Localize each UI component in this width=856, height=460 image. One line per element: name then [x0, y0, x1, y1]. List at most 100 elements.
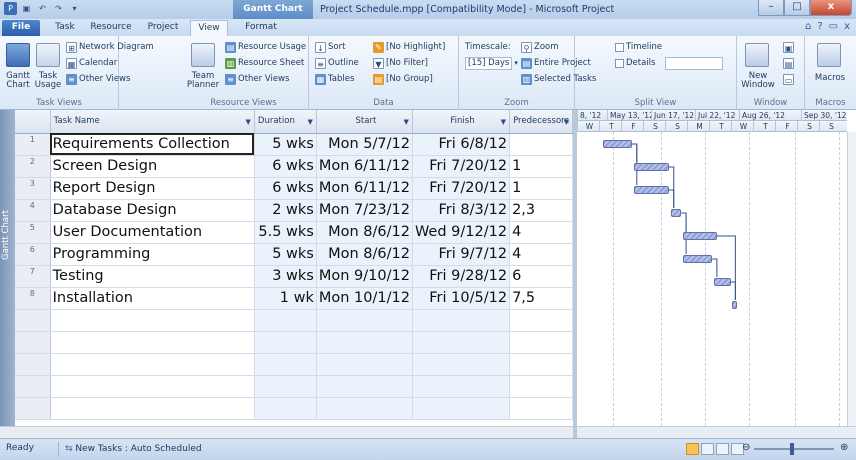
start-cell[interactable]: Mon 6/11/12	[316, 155, 413, 178]
filter-dropdown[interactable]: ▼ [No Filter]	[373, 56, 428, 70]
row-id-cell[interactable]: 8	[15, 287, 51, 310]
vertical-scrollbar[interactable]	[847, 132, 856, 426]
minimize-ribbon-icon[interactable]: ⌂	[805, 21, 811, 32]
resource-sheet-button[interactable]: ▥ Resource Sheet	[225, 56, 304, 70]
zoom-slider[interactable]	[754, 448, 834, 450]
task-name-cell[interactable]	[50, 375, 255, 398]
row-id-cell[interactable]	[15, 375, 51, 398]
table-row[interactable]	[15, 397, 573, 420]
timeline-checkbox[interactable]: Timeline	[615, 40, 662, 54]
finish-cell[interactable]: Fri 10/5/12	[412, 287, 511, 310]
maximize-button[interactable]: □	[784, 0, 810, 16]
gantt-view-shortcut-icon[interactable]	[686, 443, 699, 455]
predecessors-cell[interactable]	[509, 397, 573, 420]
predecessors-cell[interactable]: 2,3	[509, 199, 573, 222]
gantt-bar[interactable]	[633, 163, 669, 171]
help-icon[interactable]: ?	[817, 21, 822, 32]
customize-qat-icon[interactable]: ▾	[68, 2, 81, 15]
arrange-all-icon[interactable]: ▤	[783, 56, 794, 70]
row-id-cell[interactable]: 3	[15, 177, 51, 200]
finish-cell[interactable]	[412, 375, 511, 398]
macros-icon[interactable]	[817, 43, 841, 67]
column-header-predecessors[interactable]: Predecessors ▼	[509, 110, 573, 134]
select-all-cell[interactable]	[15, 110, 51, 134]
duration-cell[interactable]: 1 wk	[254, 287, 317, 310]
task-name-cell[interactable]: User Documentation	[50, 221, 255, 244]
zoom-button[interactable]: ⚲ Zoom	[521, 40, 559, 54]
minimize-button[interactable]: –	[758, 0, 784, 16]
finish-cell[interactable]	[412, 331, 511, 354]
gantt-bar[interactable]	[683, 255, 713, 263]
task-usage-button[interactable]: Task Usage	[30, 72, 66, 90]
table-row[interactable]: 2 Screen Design 6 wks Mon 6/11/12 Fri 7/20/1…	[15, 155, 573, 178]
column-header-duration[interactable]: Duration ▼	[254, 110, 317, 134]
start-cell[interactable]: Mon 7/23/12	[316, 199, 413, 222]
start-cell[interactable]	[316, 309, 413, 332]
finish-cell[interactable]: Fri 9/7/12	[412, 243, 511, 266]
predecessors-cell[interactable]	[509, 133, 573, 156]
task-name-cell[interactable]	[50, 353, 255, 376]
team-planner-button[interactable]: Team Planner	[183, 72, 223, 90]
task-name-cell[interactable]: Requirements Collection	[50, 133, 255, 156]
chevron-down-icon[interactable]: ▼	[404, 118, 409, 126]
finish-cell[interactable]	[412, 397, 511, 420]
gantt-bar[interactable]	[633, 186, 669, 194]
finish-cell[interactable]	[412, 309, 511, 332]
new-window-icon[interactable]	[745, 43, 769, 67]
duration-cell[interactable]: 5 wks	[254, 133, 317, 156]
task-usage-shortcut-icon[interactable]	[701, 443, 714, 455]
task-name-cell[interactable]: Report Design	[50, 177, 255, 200]
hide-window-icon[interactable]: ▭	[783, 72, 794, 86]
calendar-button[interactable]: ▦ Calendar	[66, 56, 117, 70]
start-cell[interactable]	[316, 397, 413, 420]
details-dropdown[interactable]	[665, 56, 724, 70]
finish-cell[interactable]: Wed 9/12/12	[412, 221, 511, 244]
sort-button[interactable]: ↓ Sort	[315, 40, 345, 54]
row-id-cell[interactable]: 1	[15, 133, 51, 156]
duration-cell[interactable]: 5 wks	[254, 243, 317, 266]
zoom-slider-thumb[interactable]	[790, 443, 794, 455]
redo-icon[interactable]: ↷	[52, 2, 65, 15]
predecessors-cell[interactable]: 4	[509, 243, 573, 266]
column-header-start[interactable]: Start ▼	[316, 110, 413, 134]
task-name-cell[interactable]	[50, 309, 255, 332]
tab-view[interactable]: View	[190, 20, 228, 36]
start-cell[interactable]: Mon 5/7/12	[316, 133, 413, 156]
predecessors-cell[interactable]: 4	[509, 221, 573, 244]
duration-cell[interactable]: 5.5 wks	[254, 221, 317, 244]
gantt-bar[interactable]	[683, 232, 717, 240]
finish-cell[interactable]: Fri 7/20/12	[412, 177, 511, 200]
timescale-dropdown[interactable]: [15] Days ▾	[465, 56, 518, 70]
switch-windows-icon[interactable]: ▣	[783, 40, 794, 54]
table-row[interactable]: 3 Report Design 6 wks Mon 6/11/12 Fri 7/20/1…	[15, 177, 573, 200]
duration-cell[interactable]: 3 wks	[254, 265, 317, 288]
task-name-cell[interactable]: Database Design	[50, 199, 255, 222]
row-id-cell[interactable]: 2	[15, 155, 51, 178]
predecessors-cell[interactable]: 1	[509, 155, 573, 178]
undo-icon[interactable]: ↶	[36, 2, 49, 15]
predecessors-cell[interactable]	[509, 353, 573, 376]
predecessors-cell[interactable]: 1	[509, 177, 573, 200]
task-name-cell[interactable]: Programming	[50, 243, 255, 266]
row-id-cell[interactable]	[15, 331, 51, 354]
task-name-cell[interactable]: Installation	[50, 287, 255, 310]
task-name-cell[interactable]	[50, 331, 255, 354]
duration-cell[interactable]: 6 wks	[254, 155, 317, 178]
table-row[interactable]	[15, 375, 573, 398]
duration-cell[interactable]: 2 wks	[254, 199, 317, 222]
finish-cell[interactable]: Fri 9/28/12	[412, 265, 511, 288]
row-id-cell[interactable]	[15, 353, 51, 376]
new-window-button[interactable]: New Window	[737, 72, 779, 90]
task-usage-icon[interactable]	[36, 43, 60, 67]
start-cell[interactable]: Mon 8/6/12	[316, 221, 413, 244]
chevron-down-icon[interactable]: ▼	[564, 118, 569, 126]
table-row[interactable]: 4 Database Design 2 wks Mon 7/23/12 Fri 8/3/…	[15, 199, 573, 222]
team-planner-shortcut-icon[interactable]	[716, 443, 729, 455]
duration-cell[interactable]	[254, 397, 317, 420]
predecessors-cell[interactable]	[509, 331, 573, 354]
start-cell[interactable]: Mon 10/1/12	[316, 287, 413, 310]
row-id-cell[interactable]: 5	[15, 221, 51, 244]
task-name-cell[interactable]	[50, 397, 255, 420]
tab-project[interactable]: Project	[142, 20, 184, 36]
column-header-task-name[interactable]: Task Name ▼	[50, 110, 255, 134]
